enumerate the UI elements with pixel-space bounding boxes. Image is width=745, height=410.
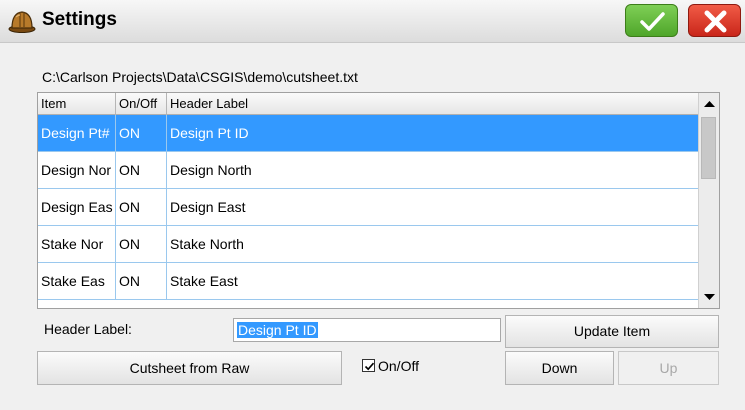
row-label: Stake North xyxy=(170,236,244,252)
scroll-thumb[interactable] xyxy=(701,117,716,179)
title-bar: Settings xyxy=(0,0,745,43)
table-row[interactable]: Stake Eas ON Stake East xyxy=(38,263,698,300)
file-path: C:\Carlson Projects\Data\CSGIS\demo\cuts… xyxy=(42,69,358,85)
header-label-caption: Header Label: xyxy=(44,321,132,337)
up-button[interactable]: Up xyxy=(618,351,719,385)
row-item: Design Pt# xyxy=(38,115,116,151)
row-label: Stake East xyxy=(170,273,238,289)
row-onoff: ON xyxy=(116,115,167,151)
triangle-up-icon xyxy=(704,101,715,107)
table-row[interactable]: Design Eas ON Design East xyxy=(38,189,698,226)
column-header-onoff[interactable]: On/Off xyxy=(116,93,167,115)
window-title: Settings xyxy=(42,9,117,30)
row-label: Design Pt ID xyxy=(170,125,249,141)
checkbox-box[interactable] xyxy=(362,359,375,372)
close-button[interactable] xyxy=(688,4,741,37)
settings-window: Settings C:\Carlson Projects\Data\CSGIS\… xyxy=(0,0,745,410)
table-row[interactable]: Design Pt# ON Design Pt ID xyxy=(38,115,698,152)
vertical-scrollbar[interactable] xyxy=(698,93,719,308)
row-item: Design Eas xyxy=(38,189,116,225)
triangle-down-icon xyxy=(704,294,715,300)
header-label-input[interactable]: Design Pt ID xyxy=(233,318,501,342)
row-onoff: ON xyxy=(116,226,167,262)
header-label-value: Design Pt ID xyxy=(237,322,318,338)
row-label: Design East xyxy=(170,199,246,215)
onoff-label: On/Off xyxy=(378,358,419,374)
row-onoff: ON xyxy=(116,189,167,225)
row-item: Stake Nor xyxy=(38,226,116,262)
x-icon xyxy=(704,10,727,33)
down-button[interactable]: Down xyxy=(505,351,614,385)
check-icon xyxy=(640,12,665,31)
column-header-item[interactable]: Item xyxy=(38,93,116,115)
scroll-down-button[interactable] xyxy=(699,286,719,308)
scroll-up-button[interactable] xyxy=(699,93,719,115)
row-item: Design Nor xyxy=(38,152,116,188)
header-table[interactable]: Item On/Off Header Label Design Pt# ON D… xyxy=(37,92,720,309)
update-item-button[interactable]: Update Item xyxy=(505,315,719,348)
row-onoff: ON xyxy=(116,263,167,299)
table-row[interactable]: Stake Nor ON Stake North xyxy=(38,226,698,263)
table-row[interactable]: Design Nor ON Design North xyxy=(38,152,698,189)
hardhat-icon xyxy=(8,8,36,34)
column-header-label[interactable]: Header Label xyxy=(167,93,698,115)
ok-button[interactable] xyxy=(625,4,678,37)
cutsheet-from-raw-button[interactable]: Cutsheet from Raw xyxy=(37,351,342,385)
table-header: Item On/Off Header Label xyxy=(38,93,698,115)
checkmark-icon xyxy=(364,362,375,371)
row-onoff: ON xyxy=(116,152,167,188)
row-item: Stake Eas xyxy=(38,263,116,299)
row-label: Design North xyxy=(170,162,252,178)
